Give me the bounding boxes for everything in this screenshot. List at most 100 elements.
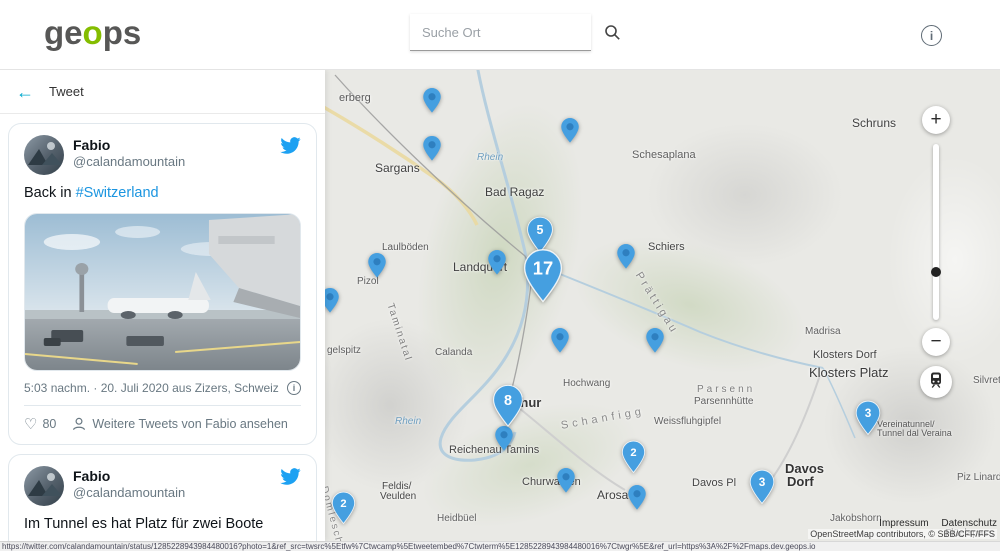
map-label: Tunnel dal Veraina (877, 429, 952, 439)
twitter-bird-icon[interactable] (280, 468, 301, 490)
sidebar-header: ← Tweet (0, 70, 325, 114)
tweet-map-pin[interactable] (627, 484, 647, 511)
map-label: erberg (339, 92, 371, 104)
avatar[interactable] (24, 466, 64, 506)
geops-logo[interactable]: geops (44, 14, 141, 52)
avatar[interactable] (24, 135, 64, 175)
author-name[interactable]: Fabio (73, 136, 185, 154)
map-label: Arosa (597, 489, 628, 502)
map-label: Bad Ragaz (485, 186, 544, 199)
svg-text:3: 3 (865, 406, 872, 420)
tweet-timestamp[interactable]: 5:03 nachm. · 20. Juli 2020 aus Zizers, … (24, 381, 279, 395)
place-search (410, 14, 591, 51)
svg-text:2: 2 (340, 498, 346, 510)
datenschutz-link[interactable]: Datenschutz (941, 518, 997, 529)
author-handle[interactable]: @calandamountain (73, 154, 185, 171)
tweet-map-pin[interactable] (645, 327, 665, 354)
tweet-header: Fabio @calandamountain (24, 466, 301, 506)
copyright-text[interactable]: OpenStreetMap contributors, © SBB/CFF/FF… (808, 529, 997, 539)
tweet-cluster-marker[interactable]: 2 (620, 440, 647, 474)
tweet-map-pin[interactable] (494, 425, 514, 452)
like-count[interactable]: 80 (42, 417, 56, 431)
tweet-cluster-marker[interactable]: 2 (330, 491, 357, 525)
svg-text:3: 3 (759, 475, 766, 489)
status-url: https://twitter.com/calandamountain/stat… (0, 542, 1000, 551)
tweet-meta: 5:03 nachm. · 20. Juli 2020 aus Zizers, … (24, 381, 301, 406)
twitter-bird-icon[interactable] (280, 137, 301, 159)
tweet-text-plain: Back in (24, 185, 76, 201)
map-label: Rhein (395, 416, 421, 427)
app-window: geops i ← Tweet Fabio (0, 0, 1000, 551)
tweet-sidebar: ← Tweet Fabio @calandamountain (0, 70, 325, 541)
search-input[interactable] (410, 25, 604, 40)
map-label: Sargans (375, 162, 420, 175)
train-icon (927, 371, 945, 394)
tweet-map-pin[interactable] (422, 87, 442, 114)
svg-text:17: 17 (533, 257, 553, 278)
map-label: Calanda (435, 347, 472, 358)
tweet-map-pin[interactable] (550, 327, 570, 354)
main-content: ← Tweet Fabio @calandamountain (0, 70, 1000, 541)
map-label: Silvretta (973, 375, 1000, 386)
zoom-slider-handle[interactable] (931, 267, 941, 277)
zoom-slider-track[interactable] (933, 144, 939, 320)
map-attribution: Impressum Datenschutz OpenStreetMap cont… (808, 518, 997, 539)
hashtag-link[interactable]: #Switzerland (76, 185, 159, 201)
map-label: Veulden (380, 491, 416, 502)
tweet-map-pin[interactable] (422, 135, 442, 162)
logo-o: o (83, 14, 103, 51)
search-icon[interactable] (604, 24, 621, 41)
tweet-map-pin[interactable] (560, 117, 580, 144)
tweet-card: Fabio @calandamountain Im Tunnel es hat … (8, 454, 317, 541)
author-name[interactable]: Fabio (73, 467, 185, 485)
map-label: Madrisa (805, 326, 841, 337)
map-label: Weissfluhgipfel (654, 416, 721, 427)
tweet-map-pin[interactable] (556, 467, 576, 494)
train-layer-button[interactable] (920, 366, 952, 398)
map-label: Klosters Platz (809, 366, 888, 380)
like-icon[interactable]: ♡ (24, 415, 37, 433)
svg-text:2: 2 (630, 447, 636, 459)
tweet-map-pin[interactable] (367, 252, 387, 279)
svg-text:5: 5 (537, 223, 544, 237)
info-button[interactable]: i (921, 25, 942, 46)
tweet-photo[interactable] (24, 213, 301, 371)
status-bar: https://twitter.com/calandamountain/stat… (0, 541, 1000, 551)
tweet-text: Im Tunnel es hat Platz für zwei Boote (24, 515, 301, 534)
impressum-link[interactable]: Impressum (879, 518, 928, 529)
logo-text: ps (103, 14, 142, 51)
map[interactable]: erbergSargansRheinBad RagazSchrunsSchesa… (325, 70, 1000, 541)
tweet-cluster-marker[interactable]: 3 (748, 469, 776, 505)
more-tweets-link[interactable]: Weitere Tweets von Fabio ansehen (92, 417, 288, 431)
map-label: gelspitz (327, 345, 361, 356)
tweet-map-pin[interactable] (325, 287, 340, 314)
map-label: Laulböden (382, 242, 429, 253)
tweet-map-pin[interactable] (616, 243, 636, 270)
zoom-out-button[interactable]: − (922, 328, 950, 356)
tweet-card: Fabio @calandamountain Back in #Switzerl… (8, 123, 317, 445)
person-icon (72, 417, 86, 431)
logo-text: ge (44, 14, 83, 51)
map-label: Davos Pl (692, 477, 736, 489)
tweet-map-pin[interactable] (487, 249, 507, 276)
map-label: Schruns (852, 117, 896, 130)
map-label: Parsennhütte (694, 396, 754, 407)
sidebar-title: Tweet (49, 84, 84, 99)
tweet-cluster-marker[interactable]: 3 (854, 400, 882, 436)
map-label: Piz Linard (957, 472, 1000, 483)
tweet-author: Fabio @calandamountain (73, 466, 185, 502)
map-label: Hochwang (563, 378, 610, 389)
airport-photo-illustration (25, 214, 300, 371)
map-label: Schiers (648, 241, 685, 253)
back-arrow-icon[interactable]: ← (16, 83, 34, 101)
map-label: Parsenn (697, 384, 755, 395)
tweet-info-icon[interactable]: i (287, 381, 301, 395)
tweet-cluster-marker[interactable]: 17 (521, 248, 565, 304)
zoom-in-button[interactable]: + (922, 106, 950, 134)
author-handle[interactable]: @calandamountain (73, 485, 185, 502)
map-label: Rhein (477, 152, 503, 163)
tweet-header: Fabio @calandamountain (24, 135, 301, 175)
tweet-cluster-marker[interactable]: 8 (491, 384, 525, 428)
map-label: Heidbüel (437, 513, 476, 524)
map-label: Dorf (787, 475, 814, 489)
